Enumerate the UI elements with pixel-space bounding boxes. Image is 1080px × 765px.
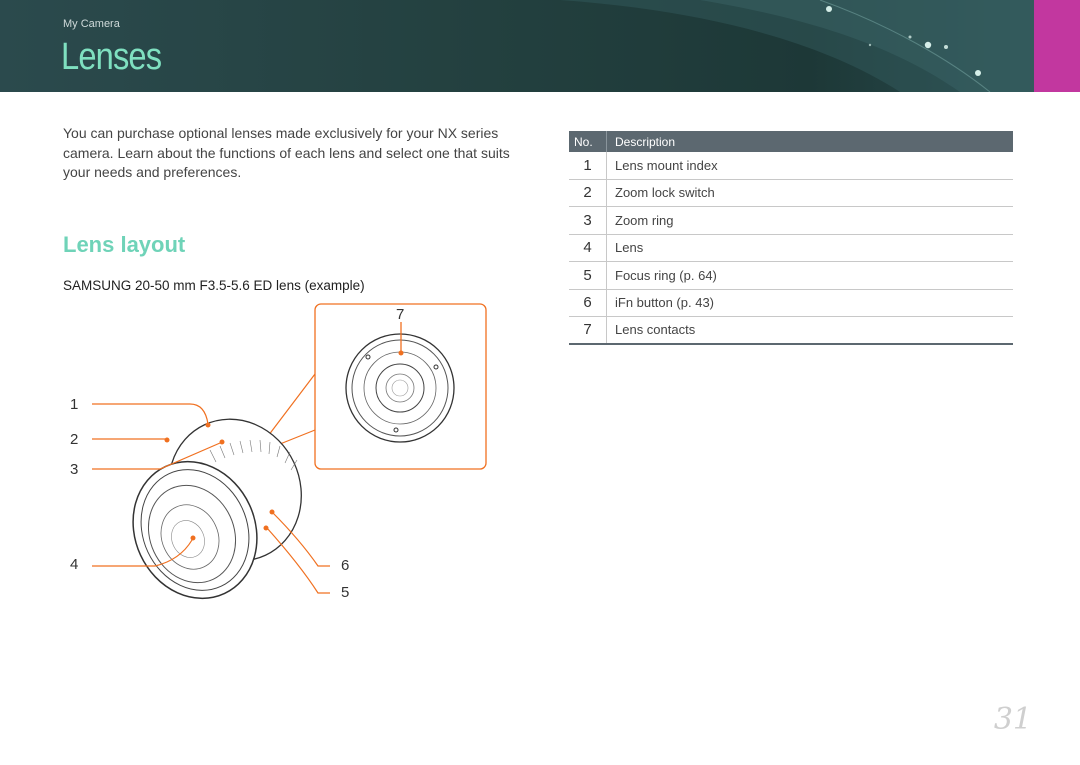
figure-caption: SAMSUNG 20-50 mm F3.5-5.6 ED lens (examp… (63, 278, 365, 293)
section-title: Lens layout (63, 232, 186, 257)
header-accent-bar (1034, 0, 1080, 92)
row-description: Zoom ring (615, 212, 674, 228)
callout-6: 6 (341, 557, 350, 574)
header-description: Description (615, 134, 676, 149)
front-lens-view (132, 418, 302, 600)
row-number: 1 (569, 152, 607, 179)
table-row: 7 Lens contacts (569, 317, 1013, 345)
row-number: 5 (569, 262, 607, 289)
row-description: Zoom lock switch (615, 185, 715, 201)
callout-7: 7 (396, 306, 405, 323)
row-number: 7 (569, 317, 607, 343)
parts-table: No. Description 1 Lens mount index 2 Zoo… (569, 131, 1013, 345)
row-number: 4 (569, 234, 607, 261)
lens-illustration (92, 303, 487, 600)
lens-figure: 1 2 3 4 5 6 7 (60, 300, 500, 610)
page-number: 31 (993, 702, 1032, 737)
row-description: iFn button (p. 43) (615, 295, 714, 311)
page-title: Lenses (61, 36, 162, 78)
row-description: Lens mount index (615, 157, 718, 173)
table-row: 6 iFn button (p. 43) (569, 289, 1013, 317)
callout-2: 2 (70, 431, 79, 448)
callout-5: 5 (341, 584, 350, 601)
table-row: 2 Zoom lock switch (569, 179, 1013, 207)
table-header: No. Description (569, 131, 1013, 152)
callout-4: 4 (70, 556, 79, 573)
callout-3: 3 (70, 461, 79, 478)
row-number: 2 (569, 179, 607, 206)
row-number: 6 (569, 289, 607, 316)
page-header: My Camera Lenses (0, 0, 1080, 92)
row-description: Lens (615, 240, 644, 256)
rear-lens-view (345, 333, 455, 443)
breadcrumb: My Camera (63, 18, 120, 30)
callout-1: 1 (70, 396, 79, 413)
table-row: 3 Zoom ring (569, 207, 1013, 235)
table-row: 1 Lens mount index (569, 152, 1013, 180)
row-description: Lens contacts (615, 322, 696, 338)
row-number: 3 (569, 207, 607, 234)
intro-paragraph: You can purchase optional lenses made ex… (63, 125, 510, 180)
header-no: No. (569, 131, 607, 152)
table-row: 4 Lens (569, 234, 1013, 262)
row-description: Focus ring (p. 64) (615, 267, 717, 283)
table-row: 5 Focus ring (p. 64) (569, 262, 1013, 290)
